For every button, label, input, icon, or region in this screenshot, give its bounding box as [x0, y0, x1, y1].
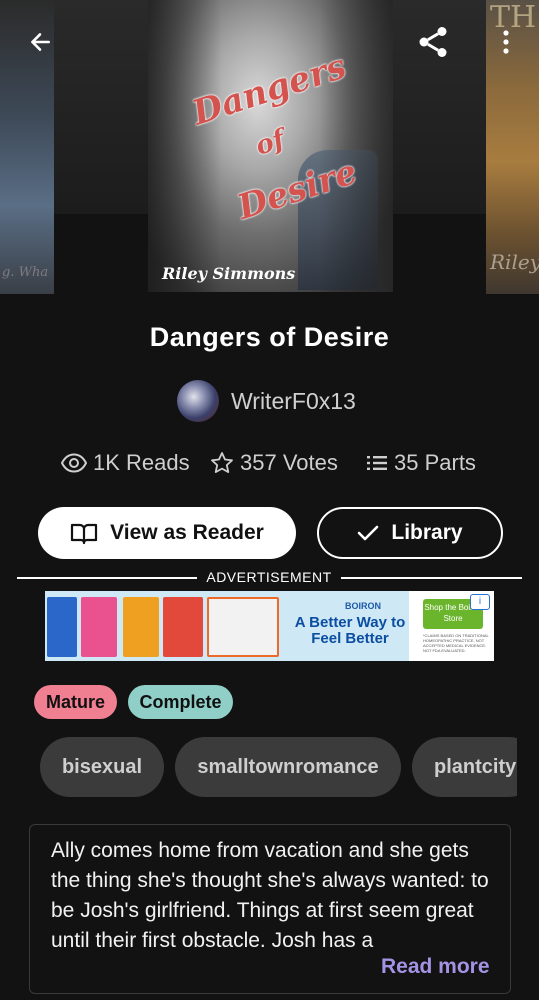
complete-badge: Complete: [128, 685, 233, 719]
next-cover-author: Riley: [490, 250, 539, 274]
ad-product-4: [163, 597, 203, 657]
ad-product-5: [207, 597, 279, 657]
share-button[interactable]: [411, 20, 455, 64]
share-icon: [419, 27, 447, 57]
ad-info-icon[interactable]: i: [470, 594, 490, 610]
back-button[interactable]: [20, 22, 60, 62]
more-options-button[interactable]: [494, 24, 518, 60]
ad-label: ADVERTISEMENT: [206, 569, 332, 585]
votes-stat: 357 Votes: [210, 450, 338, 476]
more-vertical-icon: [503, 30, 509, 54]
carousel-gap-left: [54, 0, 148, 214]
reads-label: 1K Reads: [93, 450, 190, 475]
book-cover[interactable]: Dangers of Desire Riley Simmons: [148, 0, 393, 292]
library-label: Library: [391, 521, 463, 544]
previous-cover-text: g. Wha: [2, 265, 49, 280]
mature-badge: Mature: [34, 685, 117, 719]
tag-smalltownromance[interactable]: smalltownromance: [175, 737, 401, 797]
list-icon: [367, 456, 387, 470]
ad-divider-right: [341, 577, 522, 579]
ad-product-2: [81, 597, 117, 657]
parts-stat: 35 Parts: [366, 450, 476, 476]
tag-plantcity[interactable]: plantcity: [412, 737, 517, 797]
ad-headline: A Better Way to Feel Better: [294, 614, 406, 647]
ad-product-3: [123, 597, 159, 657]
eye-icon: [61, 453, 87, 473]
author-avatar[interactable]: [177, 380, 219, 422]
book-open-icon: [71, 523, 98, 545]
star-icon: [211, 452, 233, 473]
ad-divider-left: [17, 577, 197, 579]
reads-stat: 1K Reads: [61, 450, 190, 476]
story-title: Dangers of Desire: [149, 322, 390, 352]
votes-label: 357 Votes: [240, 450, 338, 475]
parts-label: 35 Parts: [394, 450, 476, 475]
arrow-left-icon: [31, 33, 50, 51]
tag-plantcity-clip: plantcity: [412, 737, 517, 797]
description-text: Ally comes home from vacation and she ge…: [51, 839, 489, 952]
view-as-reader-label: View as Reader: [110, 521, 264, 544]
author-name[interactable]: WriterF0x13: [231, 388, 356, 415]
ad-product-1: [47, 597, 77, 657]
check-icon: [358, 525, 379, 541]
tag-bisexual[interactable]: bisexual: [40, 737, 164, 797]
library-button[interactable]: Library: [317, 507, 503, 559]
view-as-reader-button[interactable]: View as Reader: [38, 507, 296, 559]
cover-author: Riley Simmons: [162, 264, 296, 283]
ad-banner[interactable]: BOIRON A Better Way to Feel Better Shop …: [45, 591, 494, 661]
ad-brand: BOIRON: [345, 601, 381, 611]
read-more-link[interactable]: Read more: [381, 955, 490, 979]
ad-fine-print: *CLAIMS BASED ON TRADITIONAL HOMEOPATHIC…: [423, 633, 489, 653]
